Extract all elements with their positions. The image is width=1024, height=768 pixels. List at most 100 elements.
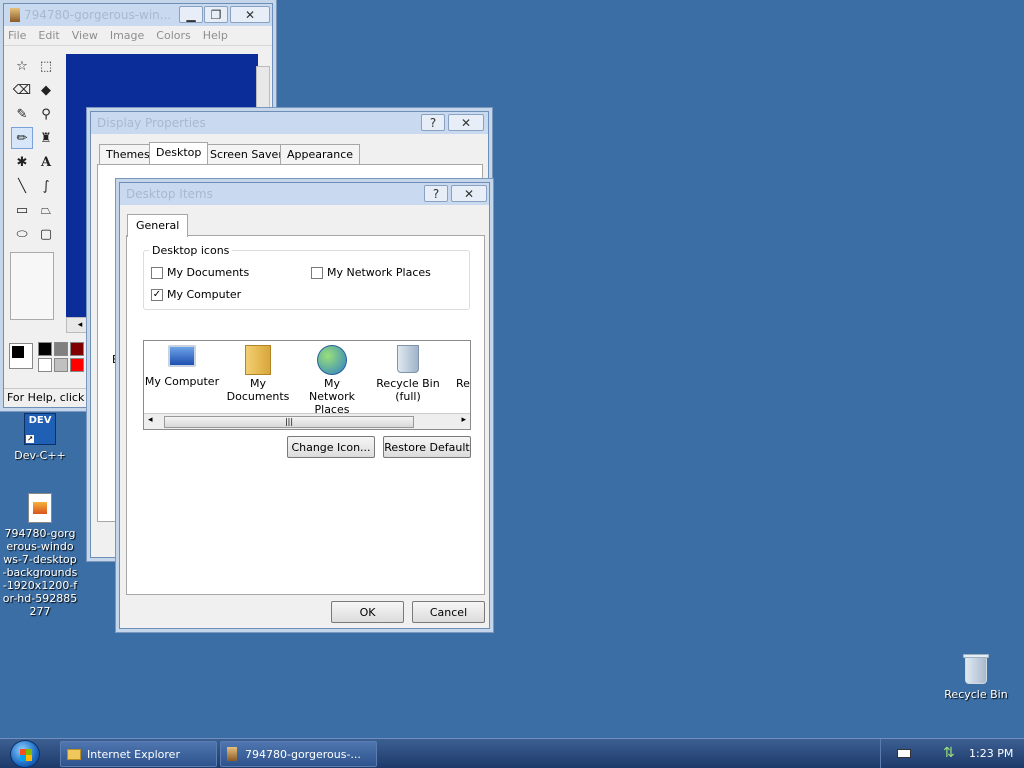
start-button[interactable] xyxy=(10,740,40,768)
palette-color[interactable] xyxy=(70,342,84,356)
paint-titlebar[interactable]: 794780-gorgerous-win... ▁ ❐ ✕ xyxy=(4,4,272,26)
rounded-rect-icon[interactable]: ▢ xyxy=(35,223,57,245)
text-icon[interactable]: A xyxy=(35,151,57,173)
folder-icon xyxy=(245,345,271,375)
color-palette xyxy=(6,338,96,378)
cancel-button[interactable]: Cancel xyxy=(412,601,485,623)
brush-icon[interactable]: ♜ xyxy=(35,127,57,149)
palette-color[interactable] xyxy=(70,358,84,372)
desktop-items-title: Desktop Items xyxy=(126,187,213,201)
taskbar-item-paint[interactable]: 794780-gorgerous-... xyxy=(220,741,377,767)
help-button[interactable]: ? xyxy=(421,114,445,131)
general-tab-panel: Desktop icons My Documents My Network Pl… xyxy=(126,235,485,595)
checkbox-my-documents[interactable]: My Documents xyxy=(151,266,249,279)
checkbox-label: My Computer xyxy=(167,288,242,301)
rectangle-icon[interactable]: ▭ xyxy=(11,199,33,221)
palette-color[interactable] xyxy=(38,358,52,372)
image-file-icon xyxy=(28,493,52,523)
desktop-items-titlebar[interactable]: Desktop Items ? ✕ xyxy=(120,183,489,205)
palette-color[interactable] xyxy=(54,358,68,372)
ok-button[interactable]: OK xyxy=(331,601,404,623)
pencil-icon[interactable]: ✏ xyxy=(11,127,33,149)
tool-options-box xyxy=(10,252,54,320)
checkbox-box[interactable] xyxy=(311,266,323,279)
list-item-label: Recycle Bin (full) xyxy=(376,377,440,403)
menu-edit[interactable]: Edit xyxy=(38,29,59,42)
folder-icon xyxy=(67,748,81,760)
devcpp-badge: DEV xyxy=(28,415,52,426)
scroll-left-arrow[interactable]: ◂ xyxy=(148,415,153,425)
taskbar-item-label: Internet Explorer xyxy=(87,747,180,761)
polygon-icon[interactable]: ⏢ xyxy=(35,199,57,221)
network-icon[interactable]: ⇅ xyxy=(943,745,955,761)
tab-general[interactable]: General xyxy=(127,214,189,237)
eraser-icon[interactable]: ⌫ xyxy=(11,79,33,101)
menu-colors[interactable]: Colors xyxy=(156,29,190,42)
checkbox-box[interactable]: ✓ xyxy=(151,288,163,301)
restore-default-button[interactable]: Restore Default xyxy=(383,436,471,458)
devcpp-icon: DEV ↗ xyxy=(24,413,56,445)
desktop-icon-image-file[interactable]: 794780-gorgerous-windows-7-desktop-backg… xyxy=(2,493,78,618)
close-button[interactable]: ✕ xyxy=(448,114,484,131)
scroll-right-arrow[interactable]: ▸ xyxy=(461,415,466,425)
display-tabs: Themes Desktop Screen Saver Appearance xyxy=(99,142,479,166)
rect-select-icon[interactable]: ⬚ xyxy=(35,55,57,77)
checkbox-my-computer[interactable]: ✓ My Computer xyxy=(151,288,241,301)
network-globe-icon xyxy=(317,345,347,375)
taskbar-item-label: 794780-gorgerous-... xyxy=(245,747,361,761)
current-colors[interactable] xyxy=(9,343,33,369)
keyboard-icon[interactable] xyxy=(897,749,911,758)
change-icon-button[interactable]: Change Icon... xyxy=(287,436,375,458)
curve-icon[interactable]: ∫ xyxy=(35,175,57,197)
list-item-label: My Documents xyxy=(226,377,290,403)
menu-help[interactable]: Help xyxy=(203,29,228,42)
list-item[interactable]: My Documents xyxy=(220,345,296,403)
desktop-icon-label: Recycle Bin xyxy=(944,688,1008,701)
desktop-icon-label: Dev-C++ xyxy=(14,449,66,462)
icon-list[interactable]: My Computer My Documents My Network Plac… xyxy=(143,340,471,430)
eyedropper-icon[interactable]: ✎ xyxy=(11,103,33,125)
desktop-icon-recycle-bin[interactable]: Recycle Bin xyxy=(940,654,1012,701)
free-select-icon[interactable]: ☆ xyxy=(11,55,33,77)
list-item[interactable]: Recycle Bin (full) xyxy=(370,345,446,403)
checkbox-my-network-places[interactable]: My Network Places xyxy=(311,266,431,279)
desktop-icons-group-label: Desktop icons xyxy=(149,244,233,257)
desktop-icon-devcpp[interactable]: DEV ↗ Dev-C++ xyxy=(8,413,72,462)
minimize-button[interactable]: ▁ xyxy=(179,6,203,23)
fill-icon[interactable]: ◆ xyxy=(35,79,57,101)
taskbar-item-internet-explorer[interactable]: Internet Explorer xyxy=(60,741,217,767)
tab-desktop[interactable]: Desktop xyxy=(149,142,209,164)
palette-color[interactable] xyxy=(54,342,68,356)
scroll-thumb[interactable]: ||| xyxy=(164,416,414,428)
status-text: For Help, click H xyxy=(7,391,97,404)
maximize-button[interactable]: ❐ xyxy=(204,6,228,23)
desktop-icons-group xyxy=(143,250,470,310)
list-item[interactable]: My Network Places xyxy=(294,345,370,416)
ellipse-icon[interactable]: ⬭ xyxy=(11,223,33,245)
menu-view[interactable]: View xyxy=(72,29,98,42)
tab-appearance[interactable]: Appearance xyxy=(280,144,361,164)
desktop-icon-label: 794780-gorgerous-windows-7-desktop-backg… xyxy=(2,527,78,618)
list-item-label: Rec xyxy=(456,377,470,390)
taskbar: Internet Explorer 794780-gorgerous-... ⇅… xyxy=(0,738,1024,768)
list-item[interactable]: Rec xyxy=(446,345,470,390)
close-button[interactable]: ✕ xyxy=(230,6,270,23)
menu-file[interactable]: File xyxy=(8,29,26,42)
help-button[interactable]: ? xyxy=(424,185,448,202)
clock[interactable]: 1:23 PM xyxy=(969,747,1013,760)
checkbox-box[interactable] xyxy=(151,266,163,279)
airbrush-icon[interactable]: ✱ xyxy=(11,151,33,173)
menu-image[interactable]: Image xyxy=(110,29,144,42)
palette-color[interactable] xyxy=(38,342,52,356)
list-item-label: My Computer xyxy=(144,375,220,388)
line-icon[interactable]: ╲ xyxy=(11,175,33,197)
vertical-scrollbar[interactable] xyxy=(256,66,270,110)
list-horizontal-scrollbar[interactable]: ◂ ||| ▸ xyxy=(144,413,470,429)
checkbox-label: My Documents xyxy=(167,266,250,279)
desktop-items-dialog: Desktop Items ? ✕ General Desktop icons … xyxy=(119,182,490,629)
close-button[interactable]: ✕ xyxy=(451,185,487,202)
magnifier-icon[interactable]: ⚲ xyxy=(35,103,57,125)
tab-screen-saver[interactable]: Screen Saver xyxy=(203,144,290,164)
display-properties-titlebar[interactable]: Display Properties ? ✕ xyxy=(91,112,488,134)
list-item[interactable]: My Computer xyxy=(144,345,220,388)
